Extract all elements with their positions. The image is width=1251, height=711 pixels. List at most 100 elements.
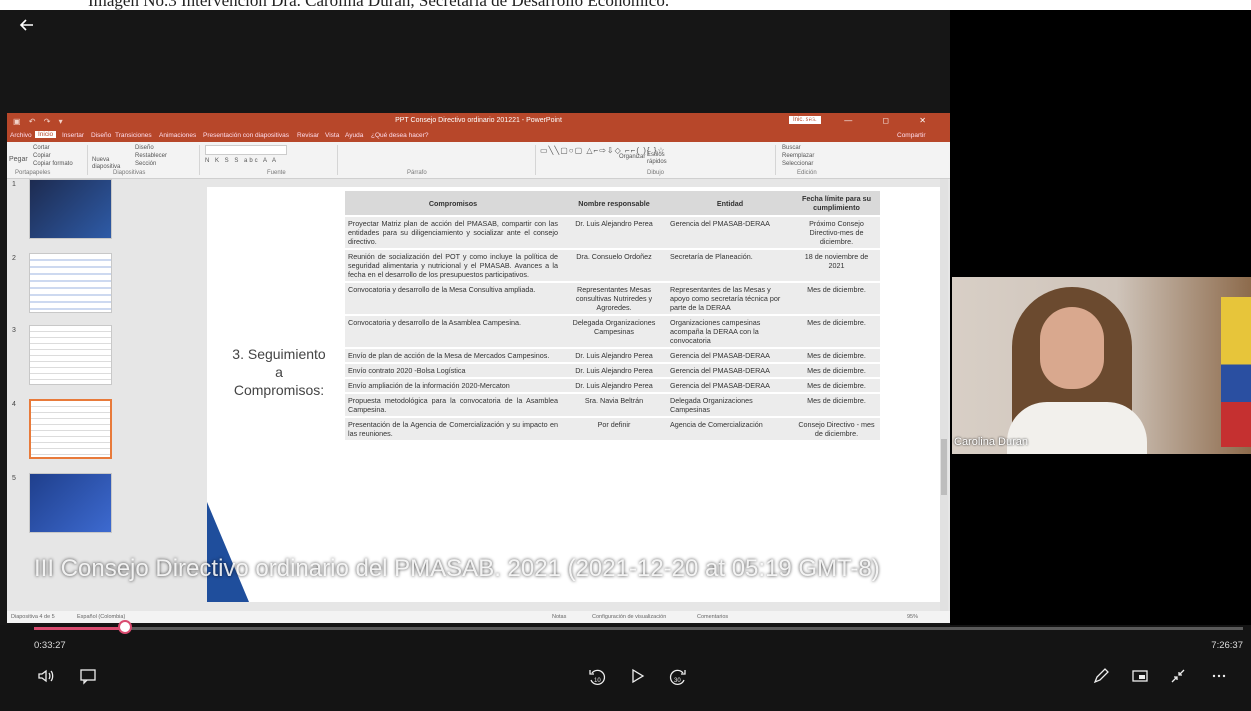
participant-name: Carolina Duran <box>954 436 1028 448</box>
new-slide-button: Nueva diapositiva <box>92 157 121 170</box>
font-format-buttons: N K S S abc A A <box>205 158 279 164</box>
cut-button: Cortar <box>33 145 50 151</box>
table-cell: Consejo Directivo - mes de diciembre. <box>793 416 880 440</box>
reset-button: Restablecer <box>135 153 168 159</box>
status-slide-count: Diapositiva 4 de 5 <box>11 614 55 620</box>
miniplayer-button[interactable] <box>1128 665 1152 689</box>
captions-button[interactable] <box>76 665 100 689</box>
table-row: Presentación de la Agencia de Comerciali… <box>345 416 880 440</box>
clipboard-group-label: Portapapeles <box>15 170 51 176</box>
table-row: Convocatoria y desarrollo de la Mesa Con… <box>345 281 880 315</box>
rewind-icon: 10 <box>589 669 606 685</box>
table-cell: Reunión de socialización del POT y como … <box>345 248 561 282</box>
col-header-fecha: Fecha límite para su cumplimiento <box>793 191 880 216</box>
tab-animaciones: Animaciones <box>159 132 197 139</box>
seek-bar-progress <box>34 627 125 630</box>
ppt-status-bar: Diapositiva 4 de 5 Español (Colombia) No… <box>7 611 950 623</box>
table-cell: Envío ampliación de la información 2020-… <box>345 377 561 393</box>
forward-button[interactable]: 30 <box>666 665 690 689</box>
arrange-button: Organizar <box>619 154 646 160</box>
slide-canvas: 3. Seguimiento a Compromisos: Compromiso… <box>207 187 944 602</box>
status-language: Español (Colombia) <box>77 614 126 620</box>
arrow-left-icon <box>19 19 33 31</box>
table-cell: Proyectar Matriz plan de acción del PMAS… <box>345 215 561 249</box>
paste-button: Pegar <box>9 156 28 163</box>
table-cell: Próximo Consejo Directivo-mes de diciemb… <box>793 215 880 249</box>
table-cell: Dr. Luis Alejandro Perea <box>561 377 667 393</box>
powerpoint-window: ▣ ↶ ↷ ▾ PPT Consejo Directivo ordinario … <box>7 113 950 623</box>
rewind-label: 10 <box>594 678 601 684</box>
replace-button: Reemplazar <box>782 153 815 159</box>
current-time: 0:33:27 <box>34 640 66 651</box>
seek-bar[interactable] <box>34 620 1243 634</box>
table-cell: Mes de diciembre. <box>793 347 880 363</box>
table-cell: Mes de diciembre. <box>793 281 880 315</box>
play-icon <box>632 668 645 684</box>
exit-fullscreen-button[interactable] <box>1166 665 1190 689</box>
table-cell: Presentación de la Agencia de Comerciali… <box>345 416 561 440</box>
miniplayer-icon <box>1132 670 1148 682</box>
paragraph-group-label: Párrafo <box>407 170 427 176</box>
status-notes: Notas <box>552 614 567 620</box>
find-button: Buscar <box>782 145 801 151</box>
select-button: Seleccionar <box>782 161 814 167</box>
exit-fullscreen-icon <box>1171 669 1185 683</box>
table-row: Propuesta metodológica para la convocato… <box>345 392 880 417</box>
participant-face <box>1040 307 1104 389</box>
slide-decoration <box>207 502 249 602</box>
slide-heading-line2: a <box>275 364 283 380</box>
rewind-button[interactable]: 10 <box>585 665 609 689</box>
table-cell: Delegada Organizaciones Campesinas <box>667 392 793 417</box>
slide-thumbnail-5 <box>29 473 112 533</box>
share-button: Compartir <box>897 132 926 139</box>
video-frame[interactable]: ▣ ↶ ↷ ▾ PPT Consejo Directivo ordinario … <box>0 10 950 625</box>
tab-inicio: Inicio <box>35 131 57 138</box>
tell-me-search: ¿Qué desea hacer? <box>371 132 429 139</box>
slide-heading-line1: 3. Seguimiento <box>232 346 326 362</box>
forward-icon: 30 <box>669 669 686 685</box>
play-button[interactable] <box>625 665 649 689</box>
more-icon <box>1212 674 1226 678</box>
more-options-button[interactable] <box>1207 665 1231 689</box>
col-header-compromisos: Compromisos <box>345 191 561 216</box>
table-row: Convocatoria y desarrollo de la Asamblea… <box>345 314 880 348</box>
slide-scrollbar <box>940 179 948 611</box>
table-cell: Gerencia del PMASAB-DERAA <box>667 362 793 378</box>
table-cell: Mes de diciembre. <box>793 314 880 348</box>
slide-heading: 3. Seguimiento a Compromisos: <box>219 345 339 399</box>
table-cell: Envío contrato 2020 -Bolsa Logística <box>345 362 561 378</box>
table-cell: Convocatoria y desarrollo de la Asamblea… <box>345 314 561 348</box>
video-caption-overlay: III Consejo Directivo ordinario del PMAS… <box>34 555 880 582</box>
table-cell: Representantes de las Mesas y apoyo como… <box>667 281 793 315</box>
table-cell: Dra. Consuelo Ordoñez <box>561 248 667 282</box>
table-cell: Envío de plan de acción de la Mesa de Me… <box>345 347 561 363</box>
table-cell: Mes de diciembre. <box>793 362 880 378</box>
forward-label: 30 <box>674 678 681 684</box>
ribbon: Pegar Cortar Copiar Copiar formato Porta… <box>7 142 950 179</box>
volume-button[interactable] <box>34 665 58 689</box>
table-cell: Organizaciones campesinas acompaña la DE… <box>667 314 793 348</box>
annotate-button[interactable] <box>1089 665 1113 689</box>
seek-bar-handle[interactable] <box>117 620 132 634</box>
slide-heading-line3: Compromisos: <box>233 382 325 398</box>
tab-archivo: Archivo <box>10 132 32 139</box>
table-row: Envío ampliación de la información 2020-… <box>345 377 880 393</box>
document-caption: Imagen No.3 Intervención Dra. Carolina D… <box>0 0 1251 10</box>
table-cell: Gerencia del PMASAB-DERAA <box>667 377 793 393</box>
slides-group-label: Diapositivas <box>113 170 146 176</box>
tab-vista: Vista <box>325 132 340 139</box>
back-button[interactable] <box>14 14 40 40</box>
tab-transiciones: Transiciones <box>115 132 152 139</box>
ppt-title-bar: ▣ ↶ ↷ ▾ PPT Consejo Directivo ordinario … <box>7 113 950 130</box>
slide-thumbnails-pane: 1 2 3 4 5 <box>7 179 117 611</box>
video-player[interactable]: ▣ ↶ ↷ ▾ PPT Consejo Directivo ordinario … <box>0 10 1251 711</box>
table-cell: Sra. Navia Beltrán <box>561 392 667 417</box>
status-display-settings: Configuración de visualización <box>592 614 667 620</box>
table-cell: Convocatoria y desarrollo de la Mesa Con… <box>345 281 561 315</box>
table-cell: Gerencia del PMASAB-DERAA <box>667 347 793 363</box>
table-cell: Propuesta metodológica para la convocato… <box>345 392 561 417</box>
participant-video[interactable]: Carolina Duran <box>952 277 1251 454</box>
table-cell: Secretaría de Planeación. <box>667 248 793 282</box>
tab-ayuda: Ayuda <box>345 132 364 139</box>
slide-thumbnail-2 <box>29 253 112 313</box>
